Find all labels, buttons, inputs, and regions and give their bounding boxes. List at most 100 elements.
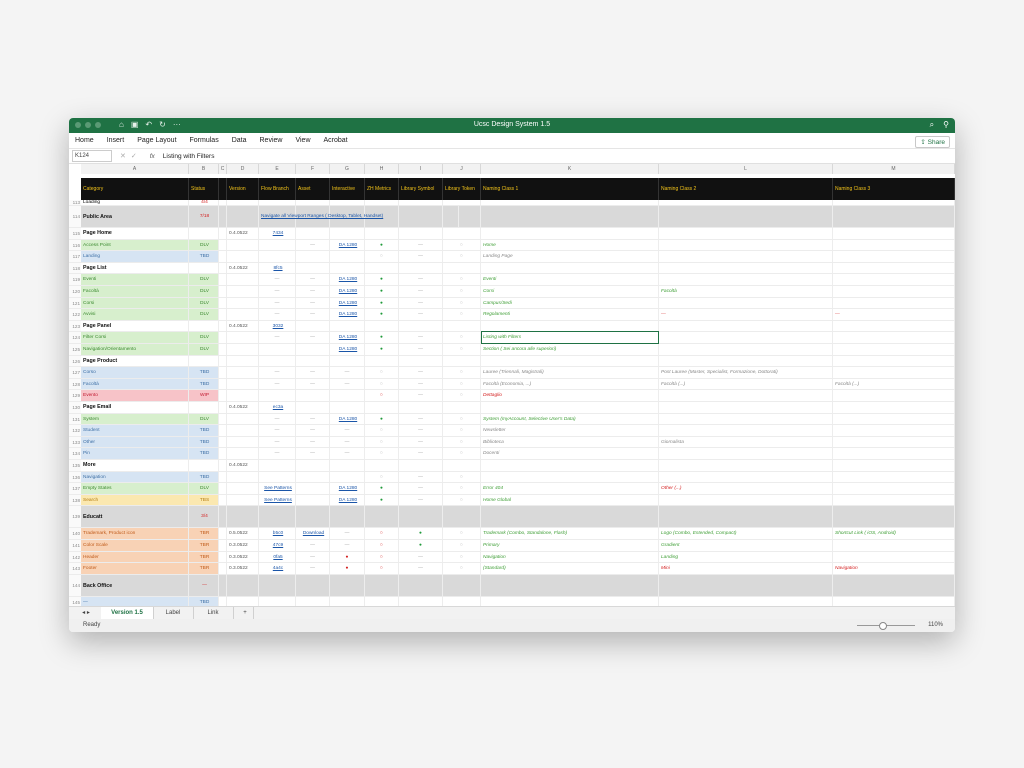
cell-m[interactable]	[833, 274, 955, 285]
cell-e[interactable]: —	[259, 413, 296, 425]
cell-d[interactable]: 0.5.0522	[227, 528, 259, 539]
cell-f[interactable]	[296, 506, 330, 528]
cell-j[interactable]: ○	[443, 332, 481, 343]
cell-m[interactable]	[833, 540, 955, 551]
cell-i[interactable]	[399, 574, 443, 596]
cell-k[interactable]: Facoltà (Economia, ...)	[481, 378, 659, 390]
cell-d[interactable]	[227, 239, 259, 251]
cell-b[interactable]: DLV	[189, 332, 219, 343]
cell-l[interactable]	[659, 460, 833, 471]
cell-j[interactable]: ○	[443, 413, 481, 425]
cell-i[interactable]: —	[399, 425, 443, 436]
cell-e[interactable]: See Patterns	[259, 483, 296, 494]
cell-g[interactable]: DA 1280	[330, 483, 365, 494]
cell-c[interactable]	[219, 551, 227, 563]
name-box[interactable]: K124	[72, 150, 112, 162]
cell-h[interactable]	[365, 506, 399, 528]
cell-a[interactable]: Educatt	[81, 506, 189, 528]
cell-i[interactable]: —	[399, 251, 443, 262]
cell-d[interactable]	[227, 506, 259, 528]
cell-g[interactable]: ●	[330, 563, 365, 574]
cell-l[interactable]	[659, 332, 833, 343]
row-number[interactable]: 138	[69, 494, 81, 506]
row-number[interactable]: 119	[69, 274, 81, 285]
column-header-K[interactable]: K	[481, 164, 659, 174]
cell-i[interactable]: —	[399, 274, 443, 285]
cell-d[interactable]	[227, 274, 259, 285]
cell-f[interactable]: —	[296, 425, 330, 436]
cell-d[interactable]: 0.4.0522	[227, 262, 259, 274]
cell-j[interactable]: ○	[443, 528, 481, 539]
cell-d[interactable]	[227, 332, 259, 343]
cell-f[interactable]: —	[296, 367, 330, 378]
cell-f[interactable]: —	[296, 309, 330, 320]
cell-g[interactable]: DA 1280	[330, 309, 365, 320]
cell-b[interactable]: —	[189, 574, 219, 596]
menu-home[interactable]: Home	[75, 137, 94, 144]
cell-h[interactable]: ●	[365, 344, 399, 355]
search-icon[interactable]: ⌕	[930, 120, 934, 130]
cell-a[interactable]: Empty States	[81, 483, 189, 494]
cell-c[interactable]	[219, 425, 227, 436]
cell-c[interactable]	[219, 320, 227, 332]
cell-h[interactable]: ●	[365, 483, 399, 494]
cell-g[interactable]	[330, 320, 365, 332]
cell-m[interactable]: Facoltà (...)	[833, 378, 955, 390]
menu-insert[interactable]: Insert	[107, 137, 125, 144]
cell-j[interactable]: ○	[443, 239, 481, 251]
row-number[interactable]: 129	[69, 390, 81, 401]
cell-l[interactable]: Other (...)	[659, 483, 833, 494]
cell-g[interactable]	[330, 471, 365, 483]
cell-b[interactable]: 4/4	[189, 200, 219, 205]
cell-k[interactable]	[481, 200, 659, 205]
row-number[interactable]: 123	[69, 320, 81, 332]
cell-d[interactable]: 0.4.0522	[227, 228, 259, 239]
cell-g[interactable]: —	[330, 448, 365, 459]
cell-m[interactable]	[833, 574, 955, 596]
cell-h[interactable]: ○	[365, 367, 399, 378]
cell-c[interactable]	[219, 390, 227, 401]
cell-d[interactable]	[227, 378, 259, 390]
cell-j[interactable]: ○	[443, 494, 481, 506]
cell-m[interactable]	[833, 425, 955, 436]
cell-d[interactable]	[227, 413, 259, 425]
cell-h[interactable]	[365, 262, 399, 274]
cell-a[interactable]: Corsi	[81, 297, 189, 309]
cell-k[interactable]: Primary	[481, 540, 659, 551]
cell-f[interactable]	[296, 494, 330, 506]
cell-g[interactable]: —	[330, 367, 365, 378]
cell-e[interactable]: ec3a	[259, 402, 296, 413]
cell-f[interactable]	[296, 200, 330, 205]
cell-h[interactable]: ●	[365, 297, 399, 309]
cell-k[interactable]: Newsletter	[481, 425, 659, 436]
row-number[interactable]: 130	[69, 402, 81, 413]
cell-i[interactable]	[399, 355, 443, 367]
cell-h[interactable]	[365, 402, 399, 413]
cell-f[interactable]: —	[296, 239, 330, 251]
cell-e[interactable]	[259, 355, 296, 367]
cell-c[interactable]	[219, 460, 227, 471]
row-number[interactable]: 131	[69, 413, 81, 425]
cell-i[interactable]	[399, 460, 443, 471]
cell-k[interactable]: Docenti	[481, 448, 659, 459]
cell-b[interactable]: TBR	[189, 540, 219, 551]
row-number[interactable]: 121	[69, 297, 81, 309]
cell-j[interactable]	[443, 355, 481, 367]
cell-h[interactable]: ○	[365, 471, 399, 483]
cell-a[interactable]: Facoltà	[81, 286, 189, 297]
row-number[interactable]: 116	[69, 239, 81, 251]
cell-e[interactable]	[259, 390, 296, 401]
row-number[interactable]: 117	[69, 251, 81, 262]
row-number[interactable]: 133	[69, 436, 81, 448]
cell-f[interactable]: —	[296, 413, 330, 425]
cell-m[interactable]: Shortcut Link ( iOS, Android)	[833, 528, 955, 539]
cell-k[interactable]	[481, 471, 659, 483]
cell-i[interactable]	[399, 402, 443, 413]
cell-i[interactable]: —	[399, 563, 443, 574]
cell-f[interactable]: Download	[296, 528, 330, 539]
cell-i[interactable]: —	[399, 483, 443, 494]
cell-i[interactable]: —	[399, 332, 443, 343]
cell-d[interactable]	[227, 206, 259, 227]
column-header-C[interactable]: C	[219, 164, 227, 174]
cell-j[interactable]: ○	[443, 551, 481, 563]
